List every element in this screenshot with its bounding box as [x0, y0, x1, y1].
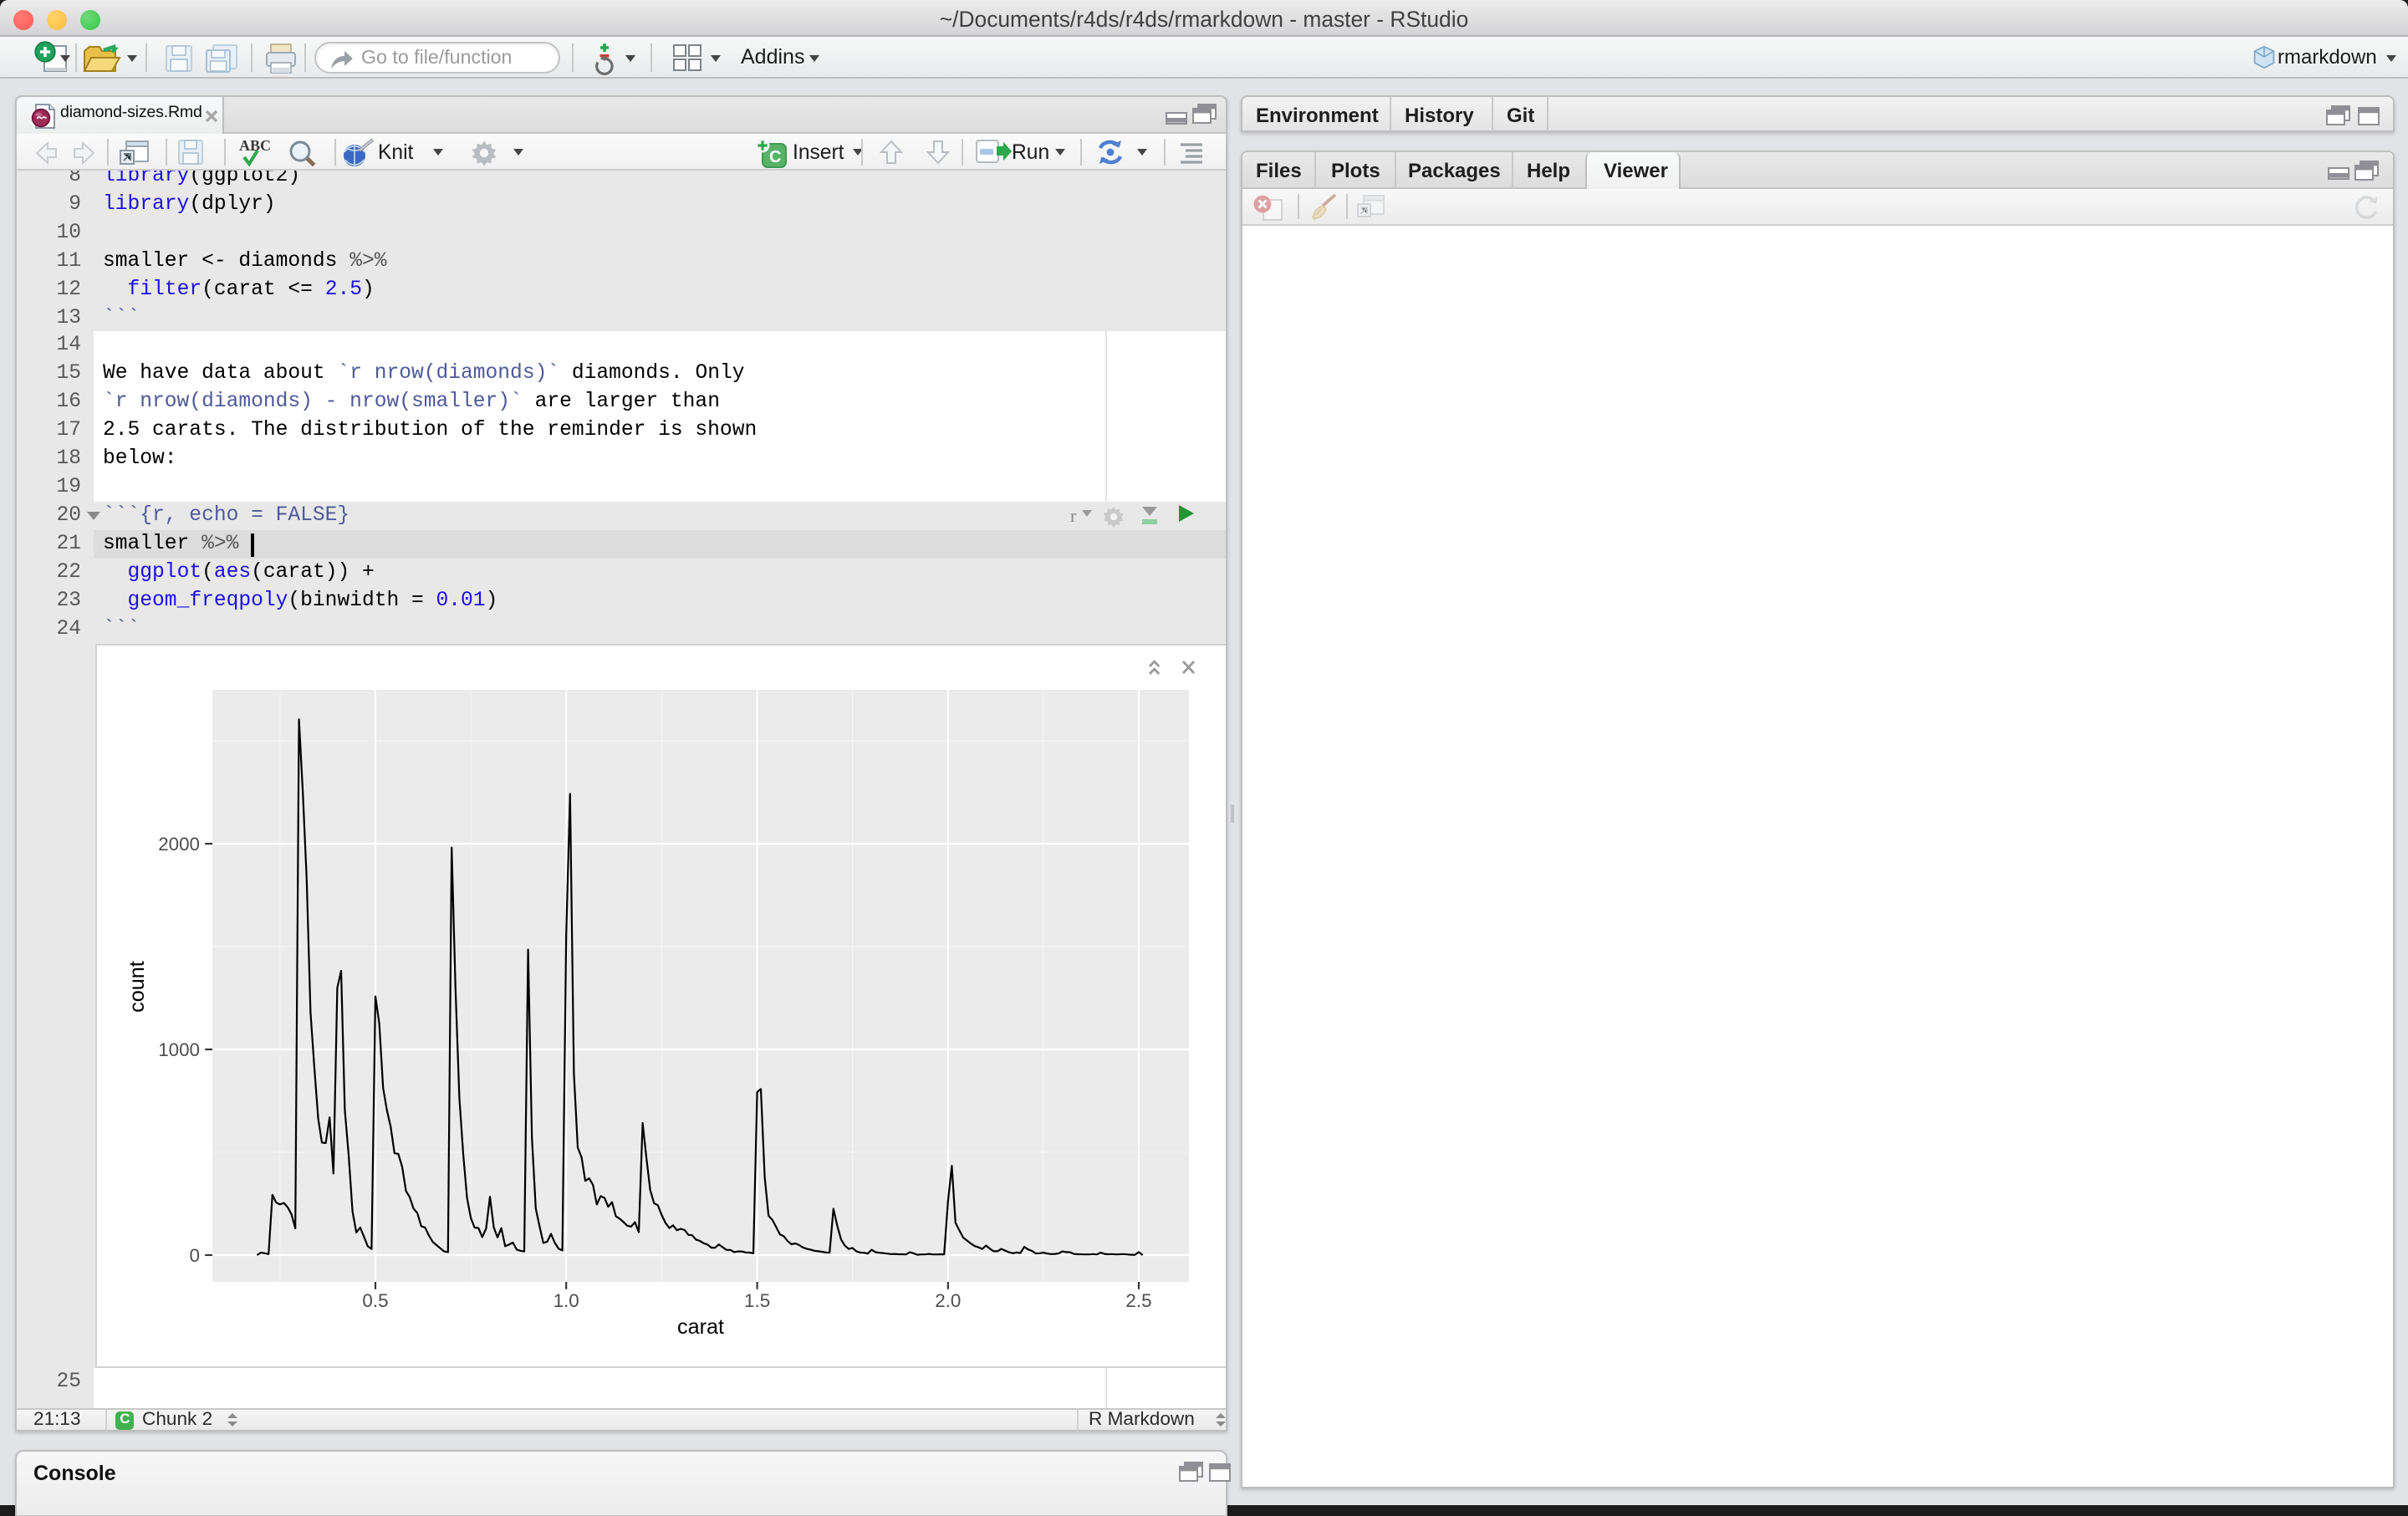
- svg-text:1.0: 1.0: [553, 1290, 579, 1311]
- svg-text:count: count: [125, 961, 148, 1013]
- svg-text:0: 0: [189, 1245, 199, 1266]
- svg-text:carat: carat: [676, 1315, 723, 1339]
- svg-text:C: C: [769, 148, 781, 166]
- svg-text:2000: 2000: [157, 834, 199, 855]
- svg-text:ABC: ABC: [239, 136, 271, 153]
- svg-text:1.5: 1.5: [743, 1290, 769, 1311]
- svg-text:2.0: 2.0: [934, 1290, 960, 1311]
- svg-text:2.5: 2.5: [1125, 1290, 1150, 1311]
- svg-text:1000: 1000: [157, 1039, 199, 1060]
- svg-text:0.5: 0.5: [361, 1290, 387, 1311]
